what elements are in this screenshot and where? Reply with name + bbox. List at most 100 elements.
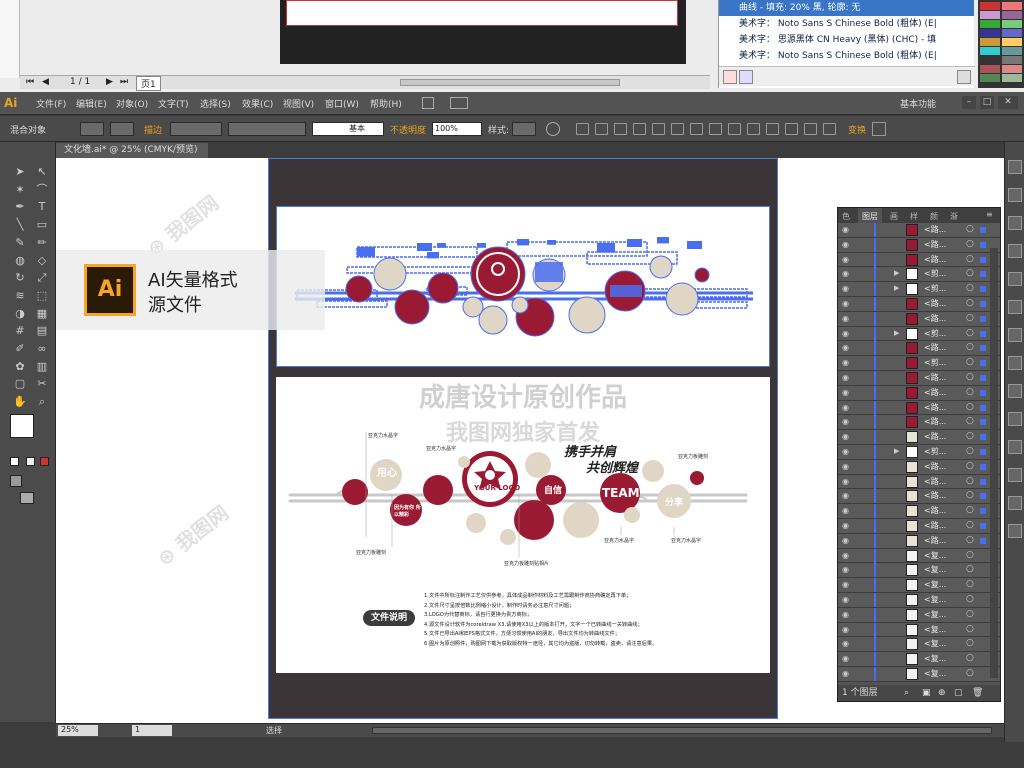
visibility-eye-icon[interactable]: ◉	[842, 565, 849, 574]
eyedropper-tool-icon[interactable]: ✐	[10, 341, 30, 357]
selection-indicator[interactable]	[980, 522, 986, 529]
visibility-eye-icon[interactable]: ◉	[842, 343, 849, 352]
visibility-eye-icon[interactable]: ◉	[842, 462, 849, 471]
visibility-eye-icon[interactable]: ◉	[842, 358, 849, 367]
selection-indicator[interactable]	[980, 330, 986, 337]
default-colors-icon[interactable]	[10, 457, 19, 466]
layer-row[interactable]: ◉ <路... ○	[838, 489, 1000, 505]
transform-label[interactable]: 变换	[848, 123, 866, 136]
opacity-field[interactable]: 100%	[432, 122, 482, 136]
dock-panel-icon[interactable]	[1008, 412, 1022, 426]
selection-indicator[interactable]	[980, 241, 986, 248]
align-icon[interactable]	[576, 123, 589, 135]
panel-menu-icon[interactable]: ≡	[986, 210, 993, 219]
visibility-eye-icon[interactable]: ◉	[842, 580, 849, 589]
layer-icon-2[interactable]	[739, 70, 753, 84]
layer-row[interactable]: ◉ <路... ○	[838, 237, 1000, 253]
last-page-icon[interactable]: ⏭	[120, 77, 128, 87]
lasso-tool-icon[interactable]: ⌒	[32, 182, 52, 198]
target-circle-icon[interactable]: ○	[966, 402, 974, 412]
layer-row[interactable]: ◉ <路... ○	[838, 370, 1000, 386]
target-circle-icon[interactable]: ○	[966, 357, 974, 367]
align-icon[interactable]	[785, 123, 798, 135]
object-item-3[interactable]: 美术字： Noto Sans S Chinese Bold (粗体) (E|	[719, 48, 974, 64]
target-circle-icon[interactable]: ○	[966, 298, 974, 308]
maximize-icon[interactable]: □	[980, 96, 994, 109]
target-circle-icon[interactable]: ○	[966, 490, 974, 500]
stroke-label[interactable]: 描边	[144, 123, 162, 136]
paintbrush-tool-icon[interactable]: ✎	[10, 235, 30, 251]
scale-tool-icon[interactable]: ⤢	[32, 270, 52, 286]
visibility-eye-icon[interactable]: ◉	[842, 447, 849, 456]
layers-scrollbar[interactable]	[990, 248, 998, 678]
fill-stroke-icon[interactable]	[10, 414, 34, 438]
dock-panel-icon[interactable]	[1008, 356, 1022, 370]
selection-indicator[interactable]	[980, 360, 986, 367]
slice-tool-icon[interactable]: ✂	[32, 376, 52, 392]
target-circle-icon[interactable]: ○	[966, 520, 974, 530]
stroke-style-dropdown[interactable]: 基本	[312, 122, 384, 136]
visibility-eye-icon[interactable]: ◉	[842, 225, 849, 234]
selection-indicator[interactable]	[980, 256, 986, 263]
target-circle-icon[interactable]: ○	[966, 268, 974, 278]
target-circle-icon[interactable]: ○	[966, 224, 974, 234]
zoom-tool-icon[interactable]: ⌕	[32, 394, 52, 410]
target-circle-icon[interactable]: ○	[966, 564, 974, 574]
new-layer-icon[interactable]: ▢	[954, 685, 963, 701]
target-circle-icon[interactable]: ○	[966, 638, 974, 648]
graphic-style-dropdown[interactable]	[512, 122, 536, 136]
color-swatches[interactable]	[978, 0, 1024, 88]
layer-row[interactable]: ◉ <复... ○	[838, 622, 1000, 638]
rectangle-tool-icon[interactable]: ▭	[32, 217, 52, 233]
layer-row[interactable]: ◉ <路... ○	[838, 533, 1000, 549]
dock-panel-icon[interactable]	[1008, 216, 1022, 230]
align-icon[interactable]	[823, 123, 836, 135]
tab-colors[interactable]: 颜	[930, 211, 938, 222]
type-tool-icon[interactable]: T	[32, 199, 52, 215]
align-icon[interactable]	[728, 123, 741, 135]
visibility-eye-icon[interactable]: ◉	[842, 536, 849, 545]
color-mode-icon[interactable]	[40, 457, 49, 466]
dock-panel-icon[interactable]	[1008, 496, 1022, 510]
stroke-weight-field[interactable]	[170, 122, 222, 136]
object-item-2[interactable]: 美术字： 思源黑体 CN Heavy (黑体) (CHC) - 填	[719, 32, 974, 48]
tab-artboards[interactable]: 画	[890, 211, 898, 222]
selection-indicator[interactable]	[980, 463, 986, 470]
layer-row[interactable]: ◉ <路... ○	[838, 518, 1000, 534]
dock-panel-icon[interactable]	[1008, 468, 1022, 482]
gradient-tool-icon[interactable]: ▤	[32, 323, 52, 339]
layer-row[interactable]: ◉ <复... ○	[838, 637, 1000, 653]
target-circle-icon[interactable]: ○	[966, 505, 974, 515]
target-circle-icon[interactable]: ○	[966, 668, 974, 678]
layer-row[interactable]: ◉ <复... ○	[838, 548, 1000, 564]
menu-type[interactable]: 文字(T)	[158, 97, 189, 110]
visibility-eye-icon[interactable]: ◉	[842, 240, 849, 249]
align-icon[interactable]	[747, 123, 760, 135]
selection-indicator[interactable]	[980, 300, 986, 307]
drawing-mode-icon[interactable]	[10, 475, 22, 487]
expand-arrow-icon[interactable]: ▶	[894, 269, 899, 277]
clipping-mask-icon[interactable]: ▣	[922, 685, 931, 701]
dock-panel-icon[interactable]	[1008, 440, 1022, 454]
expand-arrow-icon[interactable]: ▶	[894, 329, 899, 337]
layer-row[interactable]: ◉ <路... ○	[838, 430, 1000, 445]
target-circle-icon[interactable]: ○	[966, 535, 974, 545]
minimize-icon[interactable]: –	[962, 96, 976, 109]
layer-row[interactable]: ◉ <路... ○	[838, 296, 1000, 312]
target-circle-icon[interactable]: ○	[966, 624, 974, 634]
dock-panel-icon[interactable]	[1008, 160, 1022, 174]
layer-row[interactable]: ◉ <复... ○	[838, 652, 1000, 667]
mesh-tool-icon[interactable]: #	[10, 323, 30, 339]
layer-row[interactable]: ◉ <复... ○	[838, 578, 1000, 593]
pencil-tool-icon[interactable]: ✏	[32, 235, 52, 251]
first-page-icon[interactable]: ⏮	[26, 77, 34, 87]
target-circle-icon[interactable]: ○	[966, 609, 974, 619]
target-circle-icon[interactable]: ○	[966, 313, 974, 323]
visibility-eye-icon[interactable]: ◉	[842, 506, 849, 515]
selection-indicator[interactable]	[980, 227, 986, 233]
free-transform-tool-icon[interactable]: ⬚	[32, 288, 52, 304]
horizontal-scrollbar[interactable]	[400, 79, 620, 86]
close-icon[interactable]: ✕	[998, 96, 1018, 109]
target-circle-icon[interactable]: ○	[966, 416, 974, 426]
blob-brush-tool-icon[interactable]: ◍	[10, 253, 30, 269]
